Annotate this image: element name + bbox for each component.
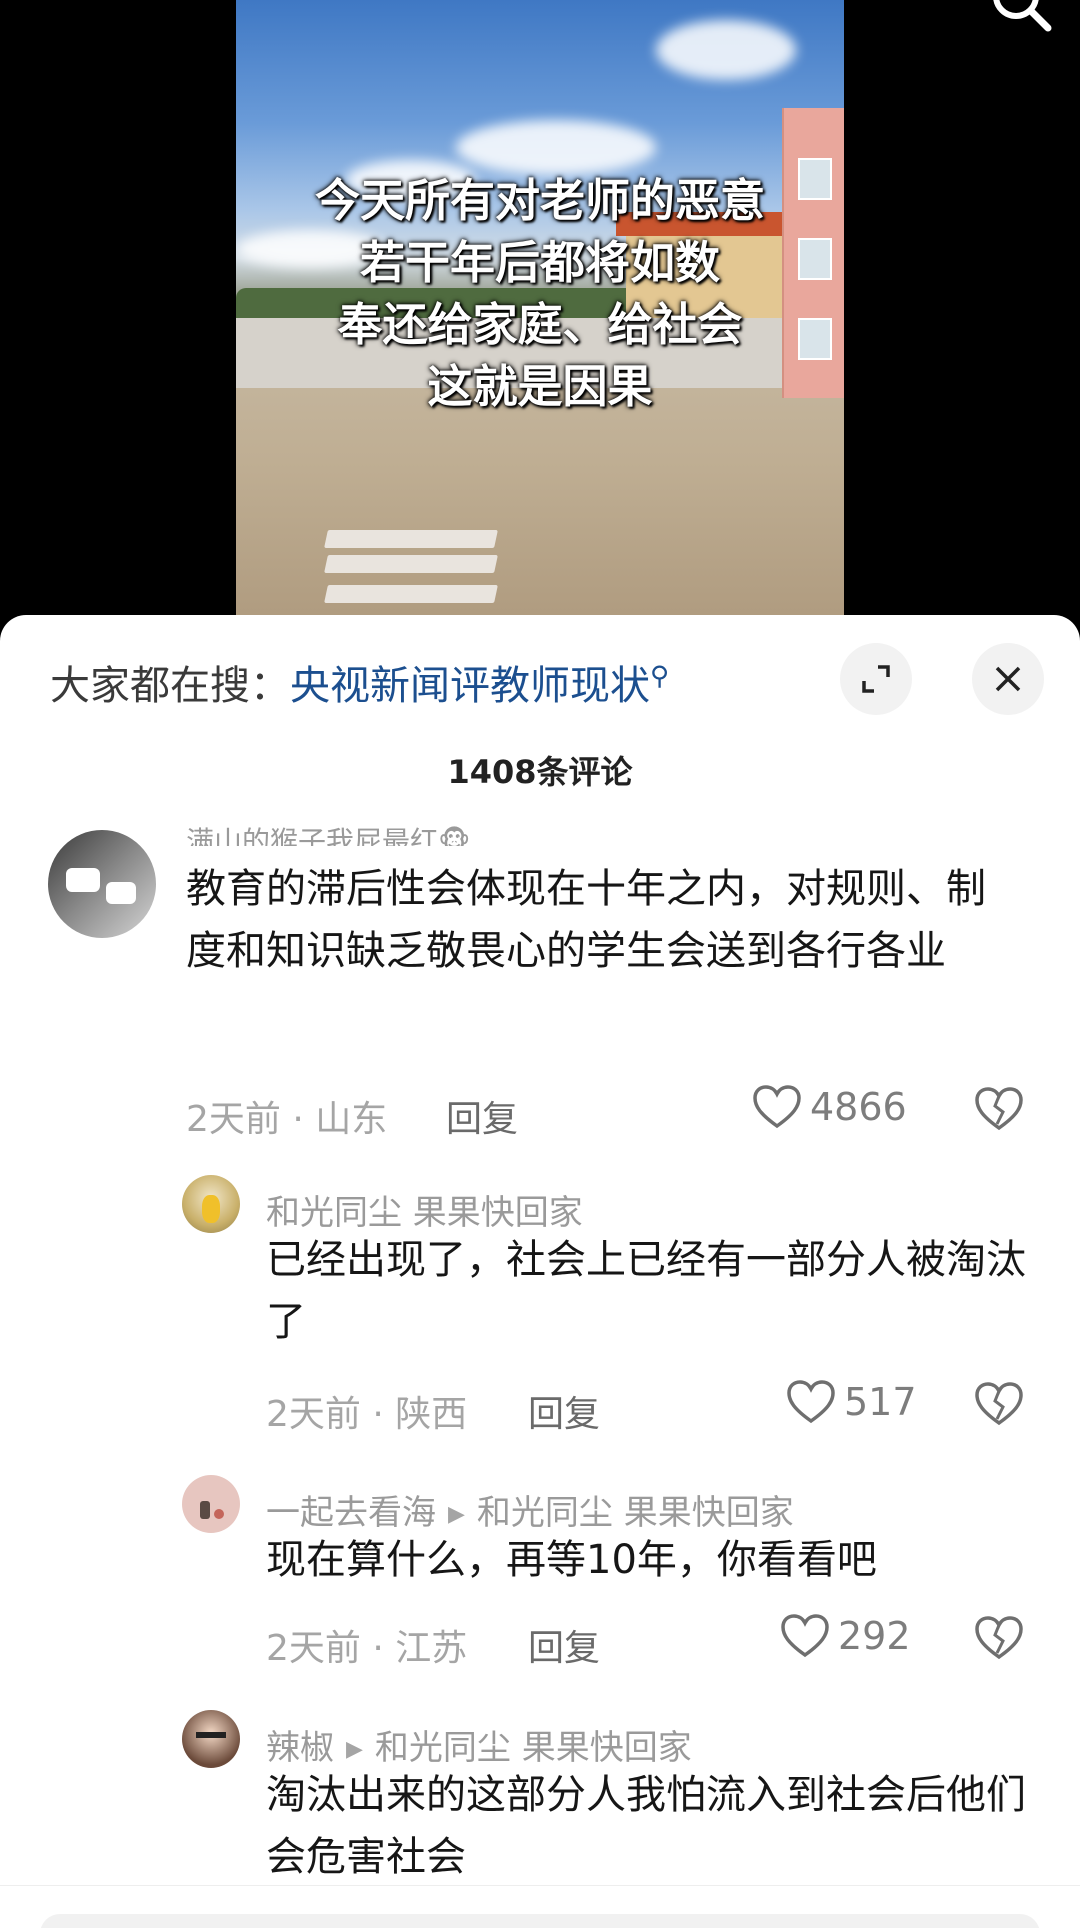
- like-button[interactable]: 517: [786, 1379, 917, 1425]
- avatar[interactable]: [182, 1175, 240, 1233]
- heart-icon: [781, 1614, 829, 1658]
- caption-line: 今天所有对老师的恶意: [314, 174, 765, 227]
- avatar[interactable]: [182, 1710, 240, 1768]
- comment-time-location: 2天前 · 江苏: [266, 1628, 468, 1669]
- reply-author[interactable]: 一起去看海: [266, 1493, 436, 1533]
- video-frame[interactable]: 今天所有对老师的恶意 若干年后都将如数 奉还给家庭、给社会 这就是因果: [236, 0, 844, 615]
- comment-username[interactable]: 辣椒 ▶ 和光同尘 果果快回家: [266, 1720, 692, 1769]
- comment-item: 满山的猴子我屁最红🐵 教育的滞后性会体现在十年之内，对规则、制度和知识缺乏敬畏心…: [0, 825, 1080, 1190]
- video-player[interactable]: 今天所有对老师的恶意 若干年后都将如数 奉还给家庭、给社会 这就是因果: [0, 0, 1080, 615]
- reply-comment-item: 一起去看海 ▶ 和光同尘 果果快回家 现在算什么，再等10年，你看看吧 2天前 · …: [0, 1475, 1080, 1695]
- heart-icon: [753, 1085, 801, 1129]
- reply-comment-item: 辣椒 ▶ 和光同尘 果果快回家 淘汰出来的这部分人我怕流入到社会后他们会危害社会: [0, 1710, 1080, 1910]
- caption-line: 这就是因果: [427, 360, 653, 413]
- video-caption: 今天所有对老师的恶意 若干年后都将如数 奉还给家庭、给社会 这就是因果: [236, 170, 844, 418]
- like-count: 517: [844, 1380, 917, 1424]
- reply-arrow-icon: ▶: [346, 1737, 363, 1762]
- comment-username[interactable]: 一起去看海 ▶ 和光同尘 果果快回家: [266, 1485, 794, 1534]
- reply-button[interactable]: 回复: [528, 1385, 600, 1437]
- reply-button[interactable]: 回复: [446, 1090, 518, 1142]
- search-icon[interactable]: [988, 0, 1058, 40]
- reply-author[interactable]: 辣椒: [266, 1728, 334, 1768]
- comment-sheet: 大家都在搜：央视新闻评教师现状⚲ 1408条评论 满山的猴子我屁最红🐵 教育的滞…: [0, 615, 1080, 1928]
- heart-icon: [787, 1380, 835, 1424]
- comment-username[interactable]: 满山的猴子我屁最红🐵: [186, 822, 470, 846]
- comment-time-location: 2天前 · 山东: [186, 1099, 388, 1140]
- avatar[interactable]: [48, 830, 156, 938]
- comment-username[interactable]: 和光同尘 果果快回家: [266, 1185, 583, 1234]
- dislike-icon[interactable]: [974, 1381, 1024, 1427]
- comment-text: 淘汰出来的这部分人我怕流入到社会后他们会危害社会: [266, 1772, 1026, 1880]
- like-count: 292: [838, 1614, 911, 1658]
- comment-count: 1408条评论: [447, 753, 633, 791]
- like-button[interactable]: 292: [780, 1613, 911, 1659]
- like-button[interactable]: 4866: [752, 1084, 907, 1130]
- comment-input-field[interactable]: [40, 1914, 1040, 1928]
- trending-search-link[interactable]: 央视新闻评教师现状: [290, 663, 650, 709]
- reply-target[interactable]: 和光同尘 果果快回家: [375, 1728, 692, 1768]
- close-button[interactable]: [972, 643, 1044, 715]
- comment-text: 教育的滞后性会体现在十年之内，对规则、制度和知识缺乏敬畏心的学生会送到各行各业: [186, 866, 986, 974]
- trending-search[interactable]: 大家都在搜：央视新闻评教师现状⚲: [50, 653, 669, 711]
- caption-line: 奉还给家庭、给社会: [337, 298, 743, 351]
- comment-input-bar[interactable]: [0, 1885, 1080, 1928]
- expand-icon: [862, 665, 890, 693]
- search-small-icon: ⚲: [650, 661, 670, 692]
- like-count: 4866: [810, 1085, 907, 1129]
- reply-arrow-icon: ▶: [448, 1502, 465, 1527]
- comment-text: 现在算什么，再等10年，你看看吧: [266, 1537, 877, 1583]
- comment-time-location: 2天前 · 陕西: [266, 1394, 468, 1435]
- reply-button[interactable]: 回复: [528, 1619, 600, 1671]
- dislike-icon[interactable]: [974, 1086, 1024, 1132]
- reply-target[interactable]: 和光同尘 果果快回家: [477, 1493, 794, 1533]
- close-icon: [995, 666, 1021, 692]
- comment-text: 已经出现了，社会上已经有一部分人被淘汰了: [266, 1237, 1026, 1345]
- trending-search-prefix: 大家都在搜：: [50, 663, 290, 709]
- caption-line: 若干年后都将如数: [359, 236, 720, 289]
- expand-button[interactable]: [840, 643, 912, 715]
- avatar[interactable]: [182, 1475, 240, 1533]
- dislike-icon[interactable]: [974, 1615, 1024, 1661]
- reply-comment-item: 和光同尘 果果快回家 已经出现了，社会上已经有一部分人被淘汰了 2天前 · 陕西…: [0, 1175, 1080, 1455]
